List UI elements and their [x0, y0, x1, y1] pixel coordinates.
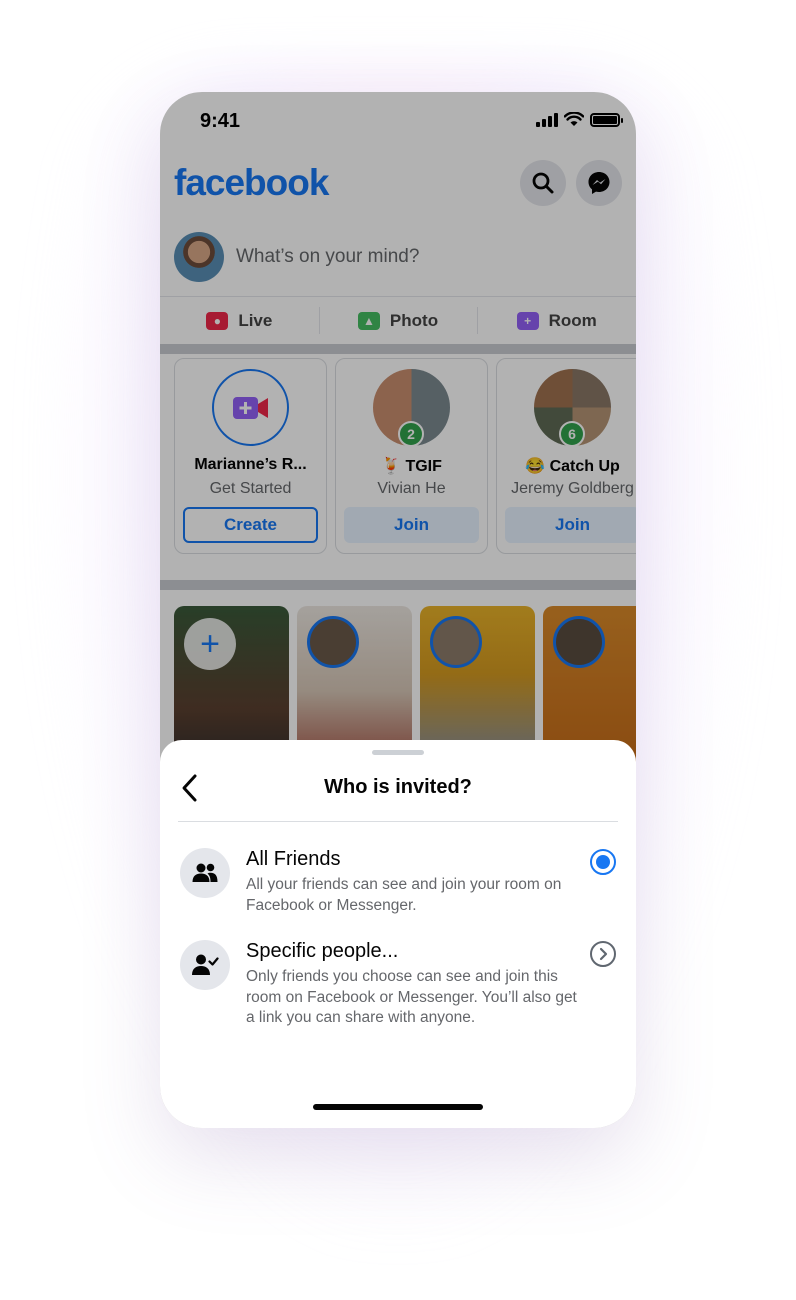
sheet-grabber[interactable]	[372, 750, 424, 755]
invite-bottom-sheet: Who is invited? All Friends All your fri…	[160, 740, 636, 1128]
home-indicator[interactable]	[313, 1104, 483, 1110]
option-description: Only friends you choose can see and join…	[246, 968, 577, 1026]
radio-selected[interactable]	[590, 849, 616, 875]
phone-frame: 9:41 facebook What’s on your mind? ● Liv…	[160, 92, 636, 1128]
sheet-title: Who is invited?	[324, 776, 472, 798]
chevron-right-icon	[599, 947, 608, 961]
option-title: All Friends	[246, 848, 341, 870]
person-check-icon	[180, 940, 230, 990]
friends-icon	[180, 848, 230, 898]
next-button[interactable]	[590, 941, 616, 967]
sheet-divider	[178, 821, 618, 822]
option-title: Specific people...	[246, 940, 399, 962]
option-description: All your friends can see and join your r…	[246, 876, 562, 914]
